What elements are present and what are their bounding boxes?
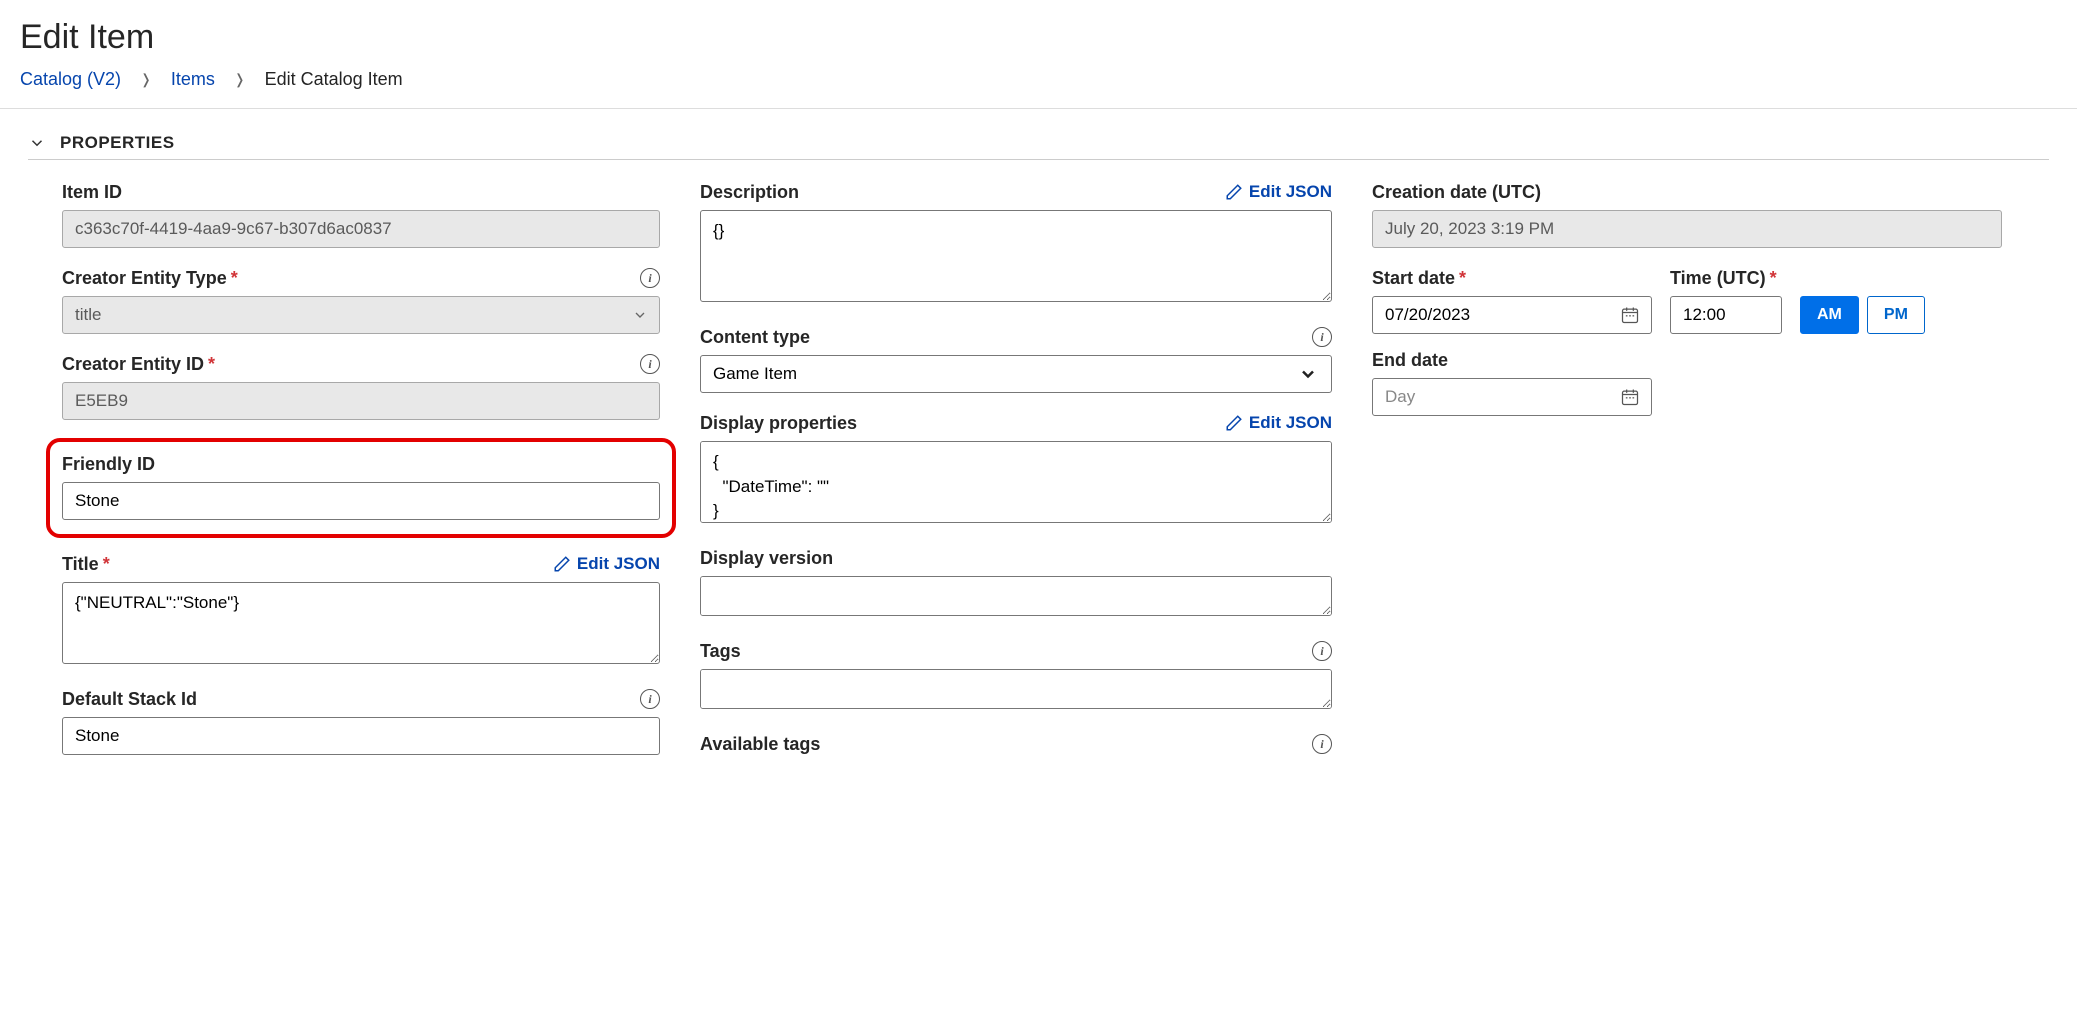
page-title: Edit Item [20, 18, 2057, 57]
am-button[interactable]: AM [1800, 296, 1859, 334]
edit-json-button[interactable]: Edit JSON [553, 554, 660, 574]
chevron-right-icon: ❭ [234, 71, 246, 88]
breadcrumb: Catalog (V2) ❭ Items ❭ Edit Catalog Item [20, 69, 2057, 108]
label-friendly-id: Friendly ID [62, 454, 155, 475]
pencil-icon [1225, 183, 1243, 201]
breadcrumb-items[interactable]: Items [171, 69, 215, 89]
section-title: PROPERTIES [60, 133, 175, 153]
label-creator-entity-id: Creator Entity ID * [62, 354, 215, 375]
content-type-select[interactable] [700, 355, 1332, 393]
breadcrumb-catalog[interactable]: Catalog (V2) [20, 69, 121, 89]
display-version-textarea[interactable] [700, 576, 1332, 616]
label-content-type: Content type [700, 327, 810, 348]
edit-json-button[interactable]: Edit JSON [1225, 182, 1332, 202]
label-description: Description [700, 182, 799, 203]
label-creation-date: Creation date (UTC) [1372, 182, 1541, 203]
label-creator-entity-type: Creator Entity Type * [62, 268, 238, 289]
tags-textarea[interactable] [700, 669, 1332, 709]
label-available-tags: Available tags [700, 734, 820, 755]
label-default-stack-id: Default Stack Id [62, 689, 197, 710]
item-id-input [62, 210, 660, 248]
friendly-id-input[interactable] [62, 482, 660, 520]
chevron-down-icon [28, 134, 46, 152]
time-utc-input[interactable] [1670, 296, 1782, 334]
label-end-date: End date [1372, 350, 1448, 371]
info-icon[interactable]: i [1312, 734, 1332, 754]
label-time-utc: Time (UTC) * [1670, 268, 1777, 289]
default-stack-id-input[interactable] [62, 717, 660, 755]
label-title: Title * [62, 554, 110, 575]
pencil-icon [1225, 414, 1243, 432]
info-icon[interactable]: i [640, 268, 660, 288]
section-properties-header[interactable]: PROPERTIES [28, 133, 2049, 160]
label-start-date: Start date * [1372, 268, 1466, 289]
display-properties-textarea[interactable] [700, 441, 1332, 523]
creator-entity-id-input [62, 382, 660, 420]
label-tags: Tags [700, 641, 741, 662]
title-json-textarea[interactable] [62, 582, 660, 664]
description-json-textarea[interactable] [700, 210, 1332, 302]
start-date-input[interactable] [1372, 296, 1652, 334]
label-display-version: Display version [700, 548, 833, 569]
info-icon[interactable]: i [1312, 327, 1332, 347]
info-icon[interactable]: i [1312, 641, 1332, 661]
info-icon[interactable]: i [640, 354, 660, 374]
label-display-properties: Display properties [700, 413, 857, 434]
edit-json-button[interactable]: Edit JSON [1225, 413, 1332, 433]
breadcrumb-current: Edit Catalog Item [265, 69, 403, 89]
info-icon[interactable]: i [640, 689, 660, 709]
end-date-input[interactable] [1372, 378, 1652, 416]
chevron-right-icon: ❭ [140, 71, 152, 88]
friendly-id-highlight: Friendly ID [46, 438, 676, 538]
pencil-icon [553, 555, 571, 573]
label-item-id: Item ID [62, 182, 122, 203]
creation-date-input [1372, 210, 2002, 248]
pm-button[interactable]: PM [1867, 296, 1925, 334]
creator-entity-type-select[interactable] [62, 296, 660, 334]
